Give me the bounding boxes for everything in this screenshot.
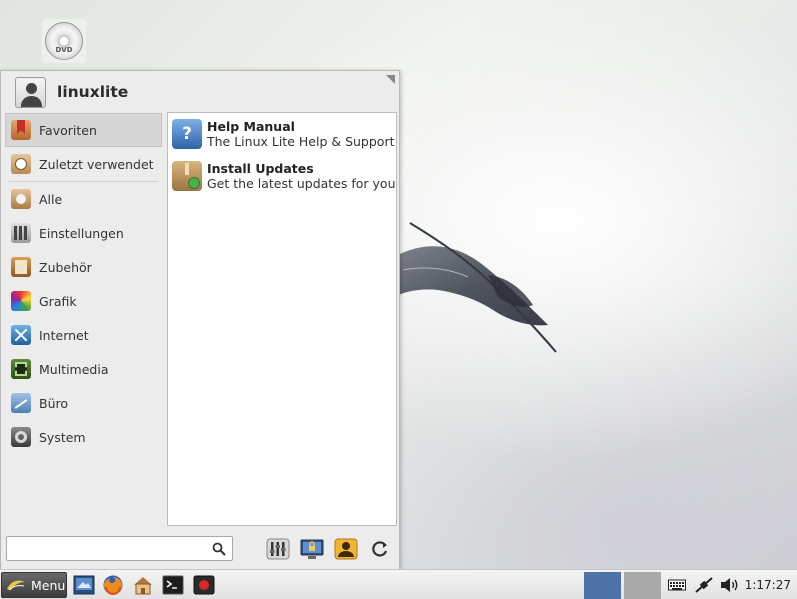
workspace-1-button[interactable]: [584, 572, 621, 599]
bookmark-icon: [11, 120, 31, 140]
category-label: Büro: [39, 395, 69, 411]
settings-icon: [11, 223, 31, 243]
feather-wallpaper-graphic: [398, 222, 557, 353]
category-label: Zuletzt verwendet: [39, 156, 154, 172]
search-icon[interactable]: [212, 542, 226, 556]
category-label: Favoriten: [39, 122, 97, 138]
category-multimedia[interactable]: Multimedia: [5, 352, 162, 386]
internet-icon: [11, 325, 31, 345]
category-label: Grafik: [39, 293, 77, 309]
network-icon[interactable]: [694, 577, 714, 593]
switch-user-icon[interactable]: [334, 537, 358, 561]
keyboard-icon[interactable]: [668, 577, 686, 593]
search-input[interactable]: [10, 539, 205, 558]
logout-icon[interactable]: [368, 537, 392, 561]
username-label: linuxlite: [57, 83, 129, 101]
menu-button-label: Menu: [31, 577, 66, 593]
graphics-icon: [11, 291, 31, 311]
system-icon: [11, 427, 31, 447]
volume-icon[interactable]: [720, 577, 740, 593]
category-graphics[interactable]: Grafik: [5, 284, 162, 318]
desktop-icon[interactable]: [73, 574, 95, 596]
taskbar: Menu 1:17:27: [0, 569, 797, 599]
category-accessories[interactable]: Zubehör: [5, 250, 162, 284]
menu-button[interactable]: Menu: [1, 572, 67, 598]
lock-screen-icon[interactable]: [300, 537, 324, 561]
category-all[interactable]: Alle: [5, 182, 162, 216]
recent-icon: [11, 154, 31, 174]
linux-lite-logo-icon: [7, 580, 25, 591]
category-label: Multimedia: [39, 361, 109, 377]
category-settings[interactable]: Einstellungen: [5, 216, 162, 250]
category-label: System: [39, 429, 86, 445]
help-icon: ?: [172, 119, 202, 149]
category-label: Alle: [39, 191, 63, 207]
dvd-disc-graphic: [45, 22, 83, 60]
search-field[interactable]: [6, 536, 233, 561]
category-label: Zubehör: [39, 259, 92, 275]
category-label: Einstellungen: [39, 225, 124, 241]
category-list: Favoriten Zuletzt verwendet Alle Einstel…: [5, 113, 162, 454]
app-item-install-updates[interactable]: Install Updates Get the latest updates f…: [168, 155, 396, 197]
package-update-icon: [172, 161, 202, 191]
file-manager-icon[interactable]: [132, 574, 154, 596]
app-description: Get the latest updates for you...: [207, 176, 396, 191]
dvd-drive-icon[interactable]: DVD: [42, 19, 86, 63]
firefox-icon[interactable]: [102, 574, 124, 596]
multimedia-icon: [11, 359, 31, 379]
category-internet[interactable]: Internet: [5, 318, 162, 352]
category-favorites[interactable]: Favoriten: [5, 113, 162, 147]
app-item-help-manual[interactable]: ? Help Manual The Linux Lite Help & Supp…: [168, 113, 396, 155]
all-apps-icon: [11, 189, 31, 209]
favorites-app-list: ? Help Manual The Linux Lite Help & Supp…: [167, 112, 397, 526]
dvd-icon-label: DVD: [55, 46, 73, 54]
app-title: Help Manual: [207, 119, 295, 134]
screen-recorder-icon[interactable]: [193, 574, 215, 596]
category-office[interactable]: Büro: [5, 386, 162, 420]
application-menu: linuxlite Favoriten Zuletzt verwendet Al…: [0, 70, 400, 570]
workspace-2-button[interactable]: [624, 572, 661, 599]
menu-header: linuxlite: [15, 76, 128, 108]
accessories-icon: [11, 257, 31, 277]
user-avatar-icon[interactable]: [15, 76, 46, 108]
category-system[interactable]: System: [5, 420, 162, 454]
office-icon: [11, 393, 31, 413]
resize-corner-icon[interactable]: [386, 75, 395, 84]
settings-manager-icon[interactable]: [266, 537, 290, 561]
category-label: Internet: [39, 327, 89, 343]
app-title: Install Updates: [207, 161, 314, 176]
terminal-icon[interactable]: [162, 574, 184, 596]
app-description: The Linux Lite Help & Support ...: [207, 134, 396, 149]
category-recent[interactable]: Zuletzt verwendet: [5, 147, 162, 181]
clock[interactable]: 1:17:27: [745, 578, 791, 592]
